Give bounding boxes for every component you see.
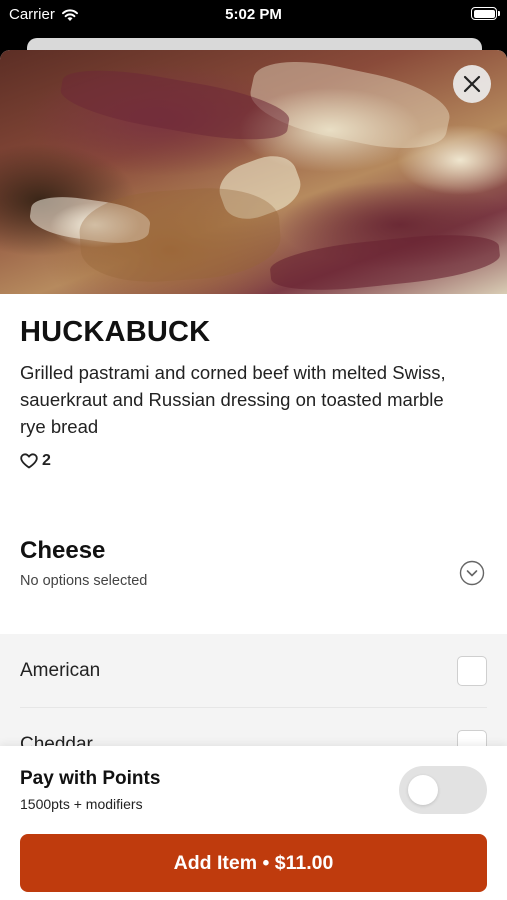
modifier-group-subtitle: No options selected <box>20 573 148 589</box>
points-cost-label: 1500pts + modifiers <box>20 796 143 812</box>
close-icon <box>463 75 481 93</box>
status-time: 5:02 PM <box>225 6 282 23</box>
modifier-group-title: Cheese <box>20 537 106 564</box>
item-detail-sheet: HUCKABUCK Grilled pastrami and corned be… <box>0 50 507 900</box>
heart-icon <box>20 453 38 469</box>
option-label: American <box>20 660 101 681</box>
modifier-group-header[interactable]: Cheese No options selected <box>20 537 487 597</box>
item-photo <box>0 50 507 294</box>
option-checkbox[interactable] <box>457 656 487 686</box>
item-title: HUCKABUCK <box>20 316 211 348</box>
battery-icon <box>471 7 500 20</box>
likes-count: 2 <box>42 452 51 469</box>
likes-counter[interactable]: 2 <box>20 452 487 470</box>
checkout-footer: Pay with Points 1500pts + modifiers Add … <box>0 746 507 900</box>
pay-with-points-toggle[interactable] <box>399 766 487 814</box>
status-bar: Carrier 5:02 PM <box>0 0 507 30</box>
toggle-knob <box>408 775 438 805</box>
chevron-down-icon[interactable] <box>459 560 485 586</box>
option-row-american[interactable]: American <box>20 634 487 708</box>
close-button[interactable] <box>453 65 491 103</box>
item-description: Grilled pastrami and corned beef with me… <box>20 362 446 437</box>
add-item-button[interactable]: Add Item • $11.00 <box>20 834 487 892</box>
pay-with-points-label: Pay with Points <box>20 768 161 789</box>
